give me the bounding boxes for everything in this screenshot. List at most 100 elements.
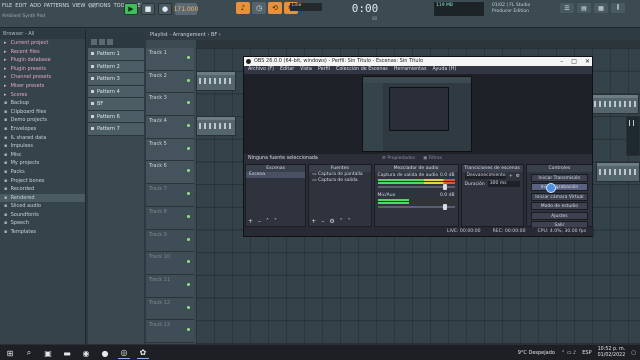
search-icon[interactable]: ⌕ [23,347,35,359]
browser-item[interactable]: ▪ Clipboard files [0,108,85,117]
start-streaming-button[interactable]: Iniciar Transmisión [530,173,588,182]
browser-item[interactable]: ▸ Current project [0,39,85,48]
browser-item[interactable]: ▸ Recent files [0,48,85,57]
properties-button[interactable]: ⚙ Propiedades [382,156,415,161]
chrome-icon[interactable]: ◉ [80,347,92,359]
obs-menu-scene-collection[interactable]: Colección de Escenas [336,67,388,73]
menu-patterns[interactable]: PATTERNS [44,3,69,9]
menu-add[interactable]: ADD [30,3,41,9]
browser-header[interactable]: Browser - All [0,30,85,39]
track-header[interactable]: Track 9 [146,229,194,253]
browser-item[interactable]: ▪ My projects [0,159,85,168]
track-header[interactable]: Track 5 [146,138,194,162]
browser-item[interactable]: ▸ Channel presets [0,73,85,82]
browser-item[interactable]: ▪ Speech [0,219,85,228]
browser-item[interactable]: ▪ Demo projects [0,116,85,125]
weather-widget[interactable]: 9°C Despejado [518,350,555,356]
pattern-tool-icon[interactable] [107,39,113,45]
pattern-item[interactable]: Pattern 7 [88,123,144,136]
obs-menu-edit[interactable]: Editar [280,67,294,73]
remove-icon[interactable]: – [321,218,324,225]
metronome-icon[interactable]: ♪ [236,2,250,14]
browser-item[interactable]: ▸ Mixer presets [0,82,85,91]
scene-item[interactable]: Escena [246,172,306,178]
pattern-item[interactable]: Pattern 1 [88,48,144,61]
browser-item[interactable]: ▪ Misc [0,151,85,160]
recorder-icon[interactable]: ● [99,347,111,359]
pattern-clip[interactable] [596,162,640,182]
down-icon[interactable]: ˅ [348,218,351,225]
close-icon[interactable]: ✕ [585,57,590,66]
track-header[interactable]: Track 13 [146,320,194,343]
volume-slider[interactable] [377,184,455,190]
pattern-item[interactable]: BF [88,98,144,111]
playlist-title[interactable]: Playlist - Arrangement › BF › [146,30,640,40]
browser-item[interactable]: ▪ Sliced audio [0,202,85,211]
menu-view[interactable]: VIEW [72,3,85,9]
remove-icon[interactable]: – [258,218,261,225]
down-icon[interactable]: ˅ [274,218,277,225]
notification-icon[interactable]: ▢ [631,350,636,356]
settings-button[interactable]: Ajustes [530,211,588,220]
track-header[interactable]: Track 6 [146,161,194,185]
snap-select[interactable]: Line [290,3,322,11]
language-indicator[interactable]: ESP [582,350,591,356]
obs-menu-help[interactable]: Ayuda (H) [433,67,457,73]
start-recording-button[interactable]: Iniciar grabación [530,183,588,191]
filters-button[interactable]: ▣ Filtros [423,156,442,161]
start-virtual-camera-button[interactable]: Iniciar cámara Virtual [530,192,588,201]
channel-rack-icon[interactable]: ▦ [594,3,608,13]
obs-menu-profile[interactable]: Perfil [318,67,330,73]
add-icon[interactable]: + [248,218,253,225]
up-icon[interactable]: ˄ [266,218,269,225]
obs-menu-tools[interactable]: Herramientas [394,67,427,73]
mixer-icon[interactable]: ⫼ [611,3,625,13]
browser-item[interactable]: ▪ Templates [0,228,85,237]
gear-icon[interactable]: ⚙ [329,218,334,225]
track-header[interactable]: Track 10 [146,252,194,275]
pattern-item[interactable]: Pattern 2 [88,60,144,73]
windows-start-icon[interactable]: ⊞ [4,347,16,359]
minimize-icon[interactable]: – [560,57,563,66]
pattern-mode-label[interactable]: PAT [89,5,97,10]
track-header[interactable]: Track 8 [146,206,194,230]
browser-item[interactable]: ▪ Rendered [0,193,85,203]
browser-item[interactable]: ▪ IL shared data [0,134,85,143]
pattern-item[interactable]: Pattern 3 [88,73,144,86]
studio-mode-button[interactable]: Modo de estudio [530,202,588,210]
add-icon[interactable]: + [509,174,513,179]
stop-button[interactable]: ■ [141,3,155,15]
tray-icons[interactable]: ⌃ ▭ ♪ [561,350,576,356]
source-item[interactable]: ▭ Captura de salida [309,178,370,184]
transition-select[interactable]: Desvanecimiento [464,173,506,179]
file-explorer-icon[interactable]: ▬ [61,347,73,359]
browser-item[interactable]: ▸ Plugin database [0,56,85,65]
browser-item[interactable]: ▸ Scores [0,91,85,100]
duration-input[interactable]: 300 ms [487,181,520,187]
gear-icon[interactable]: ⚙ [516,174,520,179]
pattern-tool-icon[interactable] [99,39,105,45]
play-button[interactable]: ▶ [124,3,138,15]
browser-item[interactable]: ▪ Recorded [0,185,85,194]
track-header[interactable]: Track 4 [146,116,194,139]
obs-menu-file[interactable]: Archivo (F) [248,67,274,73]
playlist-ruler[interactable] [196,40,640,48]
track-header[interactable]: Track 1 [146,48,194,71]
browser-item[interactable]: ▸ Plugin presets [0,65,85,74]
track-header[interactable]: Track 11 [146,274,194,298]
track-header[interactable]: Track 2 [146,70,194,94]
track-header[interactable]: Track 3 [146,93,194,117]
browser-item[interactable]: ▪ Impulses [0,142,85,151]
browser-item[interactable]: ▪ Soundfonts [0,211,85,220]
menu-edit[interactable]: EDIT [15,3,27,9]
menu-file[interactable]: FILE [2,3,12,9]
task-view-icon[interactable]: ▣ [42,347,54,359]
track-header[interactable]: Track 7 [146,184,194,207]
song-time[interactable]: 0:00 [337,0,393,18]
obs-preview[interactable] [244,74,592,154]
tempo-display[interactable]: 171.000 [174,3,198,15]
add-icon[interactable]: + [311,218,316,225]
pattern-tool-icon[interactable] [91,39,97,45]
record-button[interactable]: ● [158,3,172,15]
obs-app-icon[interactable]: ◎ [118,347,130,359]
